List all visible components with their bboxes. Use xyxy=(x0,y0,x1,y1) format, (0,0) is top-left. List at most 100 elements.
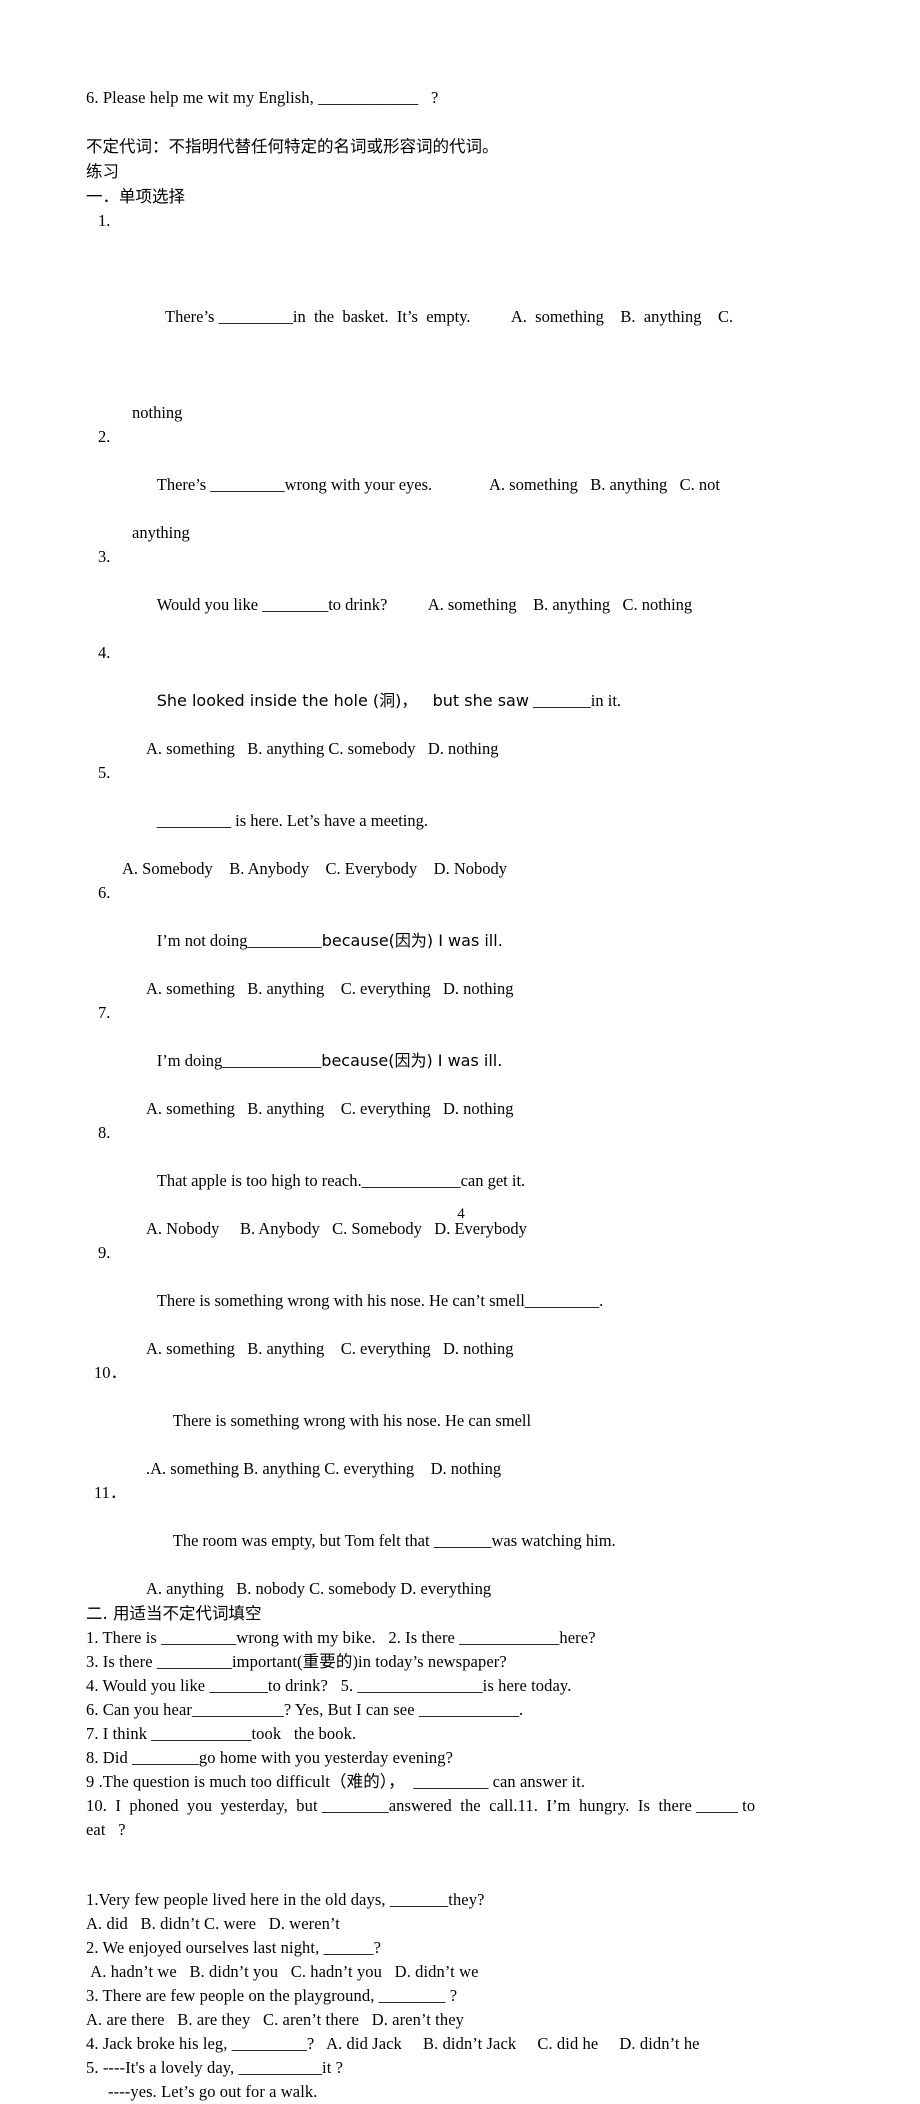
question-11-stem-b: was watching him. xyxy=(491,1531,616,1550)
question-11-blank: _______ xyxy=(433,1531,492,1550)
question-9-number: 9. xyxy=(98,1243,111,1262)
tag-question-1-number: 1. xyxy=(86,1890,99,1909)
question-1-stem-a: There’s xyxy=(165,307,215,326)
fill-line-10-left: 10. I phoned you yesterday, but xyxy=(86,1796,318,1815)
question-10-number: 10． xyxy=(94,1363,127,1382)
tag-question-5-answer: ----yes. Let’s go out for a walk. xyxy=(108,2082,318,2101)
fill-text: is here today. xyxy=(482,1676,572,1695)
definition-line: 不定代词：不指明代替任何特定的名词或形容词的代词。 xyxy=(86,137,499,156)
fill-text: important(重要的)in today’s newspaper? xyxy=(232,1652,507,1671)
fill-text: 6. Can you hear xyxy=(86,1700,192,1719)
question-6: 6. I’m not doing_________because(因为) I w… xyxy=(86,881,836,977)
section-two-lines: 1. There is _________wrong with my bike.… xyxy=(86,1626,836,1794)
tag-question-5: 5. ----It's a lovely day, __________it ? xyxy=(86,2056,836,2080)
tag-question-4-number: 4. xyxy=(86,2034,99,2053)
question-6-options: A. something B. anything C. everything D… xyxy=(146,979,514,998)
fill-text: 7. I think xyxy=(86,1724,152,1743)
fill-line-6: 8. Did ________go home with you yesterda… xyxy=(86,1746,836,1770)
fill-line-3: 4. Would you like _______to drink? 5. __… xyxy=(86,1674,836,1698)
question-11-number: 11． xyxy=(94,1483,127,1502)
question-7: 7. I’m doing____________because(因为) I wa… xyxy=(86,1001,836,1097)
question-4-number: 4. xyxy=(98,643,111,662)
tag-question-3-stem-a: There are few people on the playground, xyxy=(102,1986,375,2005)
question-3-number: 3. xyxy=(98,547,111,566)
tag-question-3: 3. There are few people on the playgroun… xyxy=(86,1984,836,2008)
fill-blank: ____________ xyxy=(418,1700,520,1719)
fill-text: to drink? 5. xyxy=(267,1676,358,1695)
question-3-stem-b: to drink? xyxy=(328,595,388,614)
question-4-blank: _______ xyxy=(533,691,591,710)
question-1-options: A. something B. anything C. xyxy=(510,307,734,326)
fill-blank: _______________ xyxy=(357,1676,483,1695)
fill-line-10-blank: ________ xyxy=(321,1796,389,1815)
tag-question-3-number: 3. xyxy=(86,1986,99,2005)
tag-question-2: 2. We enjoyed ourselves last night, ____… xyxy=(86,1936,836,1960)
tag-question-1-options: A. did B. didn’t C. were D. weren’t xyxy=(86,1914,340,1933)
tag-question-1: 1.Very few people lived here in the old … xyxy=(86,1888,836,1912)
question-5-options: A. Somebody B. Anybody C. Everybody D. N… xyxy=(122,859,507,878)
tag-question-2-stem-a: We enjoyed ourselves last night, xyxy=(102,1938,320,1957)
fill-text: 8. Did xyxy=(86,1748,133,1767)
fill-blank: ___________ xyxy=(191,1700,284,1719)
fill-line-10-wrap: eat ? xyxy=(86,1820,126,1839)
question-2-options-wrap: anything xyxy=(132,523,190,542)
question-1-options-wrap: nothing xyxy=(132,403,183,422)
exercises-label: 练习 xyxy=(86,162,119,181)
fill-line-10-mid: answered the call.11. I’m hungry. Is the… xyxy=(388,1796,692,1815)
top-question-blank: ____________ xyxy=(318,88,419,107)
question-8-number: 8. xyxy=(98,1123,111,1142)
fill-line-4: 6. Can you hear___________? Yes, But I c… xyxy=(86,1698,836,1722)
question-9-stem-b: . xyxy=(599,1291,604,1310)
tag-question-4-stem-a: Jack broke his leg, xyxy=(102,2034,228,2053)
fill-blank: ____________ xyxy=(151,1724,252,1743)
document-page: 6. Please help me wit my English, ______… xyxy=(86,86,836,2101)
question-2-blank: _________ xyxy=(210,475,285,494)
tag-question-2-number: 2. xyxy=(86,1938,99,1957)
top-question-text: Please help me wit my English, xyxy=(102,88,314,107)
question-7-stem-a: I’m doing xyxy=(156,1051,223,1070)
top-question-line: 6. Please help me wit my English, ______… xyxy=(86,86,836,110)
question-4-stem-a: She looked inside the hole (洞)， but she … xyxy=(156,691,529,710)
tag-question-2-blank: ______ xyxy=(323,1938,374,1957)
fill-text: 4. Would you like xyxy=(86,1676,210,1695)
question-4-options: A. something B. anything C. somebody D. … xyxy=(146,739,499,758)
tag-question-5-stem-a: ----It's a lovely day, xyxy=(102,2058,235,2077)
question-11: 11． The room was empty, but Tom felt tha… xyxy=(86,1481,836,1577)
question-8: 8. That apple is too high to reach._____… xyxy=(86,1121,836,1217)
tag-question-1-blank: _______ xyxy=(389,1890,449,1909)
question-1-stem-b: in the basket. It’s empty. xyxy=(292,307,471,326)
fill-text: ? Yes, But I can see xyxy=(283,1700,419,1719)
fill-text: 9 .The question is much too difficult（难的… xyxy=(86,1772,414,1791)
top-question-mark: ? xyxy=(431,88,439,107)
question-7-options: A. something B. anything C. everything D… xyxy=(146,1099,514,1118)
spacer-large xyxy=(86,1842,836,1888)
section-one-heading: 一．单项选择 xyxy=(86,187,185,206)
question-2-stem-a: There’s xyxy=(156,475,207,494)
tag-question-4: 4. Jack broke his leg, _________? A. did… xyxy=(86,2032,836,2056)
question-8-blank: ____________ xyxy=(361,1171,461,1190)
question-10-options: .A. something B. anything C. everything … xyxy=(146,1459,502,1478)
fill-blank: _______ xyxy=(209,1676,268,1695)
fill-text: 1. There is xyxy=(86,1628,162,1647)
question-9: 9. There is something wrong with his nos… xyxy=(86,1241,836,1337)
question-2-number: 2. xyxy=(98,427,111,446)
tag-question-5-stem-b: it ? xyxy=(322,2058,344,2077)
fill-text: took the book. xyxy=(251,1724,357,1743)
fill-text: go home with you yesterday evening? xyxy=(198,1748,454,1767)
question-11-options: A. anything B. nobody C. somebody D. eve… xyxy=(146,1579,492,1598)
question-11-stem-a: The room was empty, but Tom felt that xyxy=(172,1531,430,1550)
fill-text: can answer it. xyxy=(488,1772,586,1791)
fill-blank: _________ xyxy=(156,1652,232,1671)
question-3-blank: ________ xyxy=(262,595,329,614)
question-8-stem-b: can get it. xyxy=(460,1171,526,1190)
fill-line-10-right: to xyxy=(742,1796,756,1815)
question-7-number: 7. xyxy=(98,1003,111,1022)
question-4-stem-b: in it. xyxy=(590,691,622,710)
question-8-stem-a: That apple is too high to reach. xyxy=(156,1171,362,1190)
tag-question-4-blank: _________ xyxy=(231,2034,307,2053)
section-three-questions: 1.Very few people lived here in the old … xyxy=(86,1888,836,2104)
question-6-number: 6. xyxy=(98,883,111,902)
question-7-blank: ____________ xyxy=(222,1051,322,1070)
page-number: 4 xyxy=(457,1206,465,1222)
question-1-blank: _________ xyxy=(218,307,293,326)
